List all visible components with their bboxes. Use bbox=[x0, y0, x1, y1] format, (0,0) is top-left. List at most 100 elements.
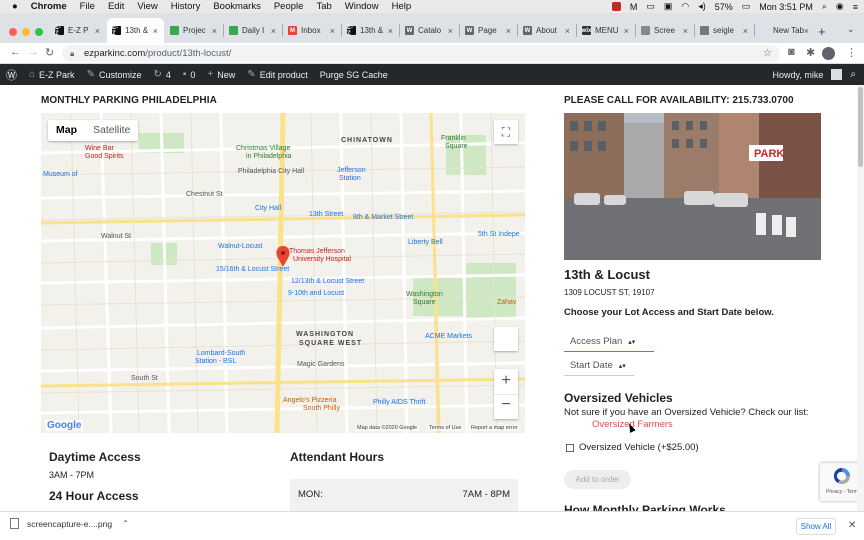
cast-icon[interactable]: ▭ bbox=[646, 1, 655, 12]
download-item[interactable]: screencapture-e....png ⌃ bbox=[10, 518, 129, 529]
wifi-icon[interactable]: ◠ bbox=[681, 1, 689, 12]
wp-updates-link[interactable]: ↻ 4 bbox=[153, 69, 170, 80]
menu-edit[interactable]: Edit bbox=[108, 1, 124, 12]
map-type-satellite-button[interactable]: Satellite bbox=[85, 120, 138, 141]
wp-customize-link[interactable]: ✎ Customize bbox=[87, 69, 142, 80]
tab-close-icon[interactable]: × bbox=[271, 26, 276, 36]
menu-view[interactable]: View bbox=[137, 1, 157, 12]
address-bar[interactable]: 🔒︎ ezparkinc.com/product/13th-locust/ ☆ bbox=[62, 45, 780, 62]
wp-purge-cache-link[interactable]: Purge SG Cache bbox=[320, 70, 388, 80]
bookmark-star-icon[interactable]: ☆ bbox=[763, 48, 772, 59]
add-to-order-button[interactable]: Add to order bbox=[564, 470, 631, 489]
menu-file[interactable]: File bbox=[80, 1, 95, 12]
tab-12[interactable]: New Tab × bbox=[755, 18, 815, 43]
menu-bookmarks[interactable]: Bookmarks bbox=[213, 1, 261, 12]
tab-1[interactable]: E-Z 13th & × bbox=[107, 18, 164, 43]
menu-kebab-icon[interactable]: ⋮ bbox=[846, 46, 857, 59]
back-icon[interactable]: ← bbox=[10, 46, 21, 58]
tab-0[interactable]: E-Z E-Z P × bbox=[50, 18, 106, 43]
tab-3[interactable]: Daily I × bbox=[224, 18, 282, 43]
tab-close-icon[interactable]: × bbox=[330, 26, 335, 36]
wp-new-link[interactable]: + New bbox=[207, 69, 235, 80]
menu-history[interactable]: History bbox=[171, 1, 201, 12]
page-scrollbar[interactable] bbox=[857, 85, 864, 511]
forward-icon[interactable]: → bbox=[28, 46, 39, 58]
tab-close-icon[interactable]: × bbox=[153, 26, 158, 36]
map-terms-link[interactable]: Terms of Use bbox=[427, 425, 464, 431]
tab-6[interactable]: W Catalo × bbox=[400, 18, 459, 43]
menu-window[interactable]: Window bbox=[345, 1, 379, 12]
menu-help[interactable]: Help bbox=[392, 1, 412, 12]
app-status-icon[interactable] bbox=[611, 2, 621, 11]
zoom-out-button[interactable]: − bbox=[494, 394, 518, 419]
tab-11[interactable]: seigle × bbox=[695, 18, 754, 43]
tab-close-icon[interactable]: × bbox=[743, 26, 748, 36]
tab-4[interactable]: M Inbox × bbox=[283, 18, 341, 43]
wp-site-link[interactable]: ⌂ E-Z Park bbox=[29, 69, 75, 80]
wordpress-logo-icon[interactable]: Ⓦ bbox=[6, 67, 17, 83]
new-tab-button[interactable]: + bbox=[818, 24, 826, 39]
extensions-icon[interactable]: ✱ bbox=[806, 46, 815, 59]
m-app-icon[interactable]: M bbox=[630, 2, 638, 12]
close-window-button[interactable] bbox=[9, 28, 17, 36]
map-canvas[interactable] bbox=[41, 113, 525, 433]
tab-close-icon[interactable]: × bbox=[506, 26, 511, 36]
tab-favicon-icon bbox=[760, 26, 769, 35]
wp-howdy[interactable]: Howdy, mike bbox=[773, 70, 824, 80]
fullscreen-icon[interactable]: ⛶ bbox=[494, 120, 518, 144]
menu-people[interactable]: People bbox=[274, 1, 304, 12]
tab-8[interactable]: W About × bbox=[518, 18, 576, 43]
minimize-window-button[interactable] bbox=[22, 28, 30, 36]
profile-avatar[interactable] bbox=[822, 47, 835, 60]
tab-close-icon[interactable]: × bbox=[565, 26, 570, 36]
battery-percent[interactable]: 57% bbox=[715, 2, 733, 12]
tab-7[interactable]: W Page × bbox=[460, 18, 517, 43]
tab-close-icon[interactable]: × bbox=[95, 26, 100, 36]
battery-icon[interactable]: ▭ bbox=[742, 1, 751, 12]
map-report-link[interactable]: Report a map error bbox=[469, 425, 520, 431]
zoom-in-button[interactable]: + bbox=[494, 369, 518, 394]
chevron-up-icon[interactable]: ⌃ bbox=[122, 519, 129, 528]
wp-edit-product-link[interactable]: ✎ Edit product bbox=[247, 69, 307, 80]
google-map[interactable]: Christmas Village in Philadelphia CHINAT… bbox=[41, 113, 525, 433]
menu-tab[interactable]: Tab bbox=[316, 1, 331, 12]
show-all-button[interactable]: Show All bbox=[796, 518, 836, 535]
scrollbar-thumb[interactable] bbox=[858, 87, 863, 167]
tab-close-icon[interactable]: × bbox=[624, 26, 629, 36]
tab-5[interactable]: E-Z 13th & × bbox=[342, 18, 399, 43]
tab-2[interactable]: Projec × bbox=[165, 18, 223, 43]
volume-icon[interactable]: ◂) bbox=[698, 1, 706, 12]
tab-close-icon[interactable]: × bbox=[804, 26, 809, 36]
wp-avatar[interactable] bbox=[831, 69, 843, 80]
oversized-checkbox[interactable] bbox=[566, 443, 574, 452]
phone-number[interactable]: 215.733.0700 bbox=[732, 95, 793, 106]
maximize-window-button[interactable] bbox=[35, 28, 43, 36]
start-date-select[interactable]: Start Date ▴▾ bbox=[564, 356, 634, 376]
camera-icon[interactable]: ◙ bbox=[788, 46, 795, 58]
map-label: 9-10th and Locust bbox=[288, 290, 345, 297]
tab-close-icon[interactable]: × bbox=[212, 26, 217, 36]
control-center-icon[interactable]: ≡ bbox=[853, 2, 858, 12]
tab-search-icon[interactable]: ⌄ bbox=[847, 24, 855, 35]
screen-icon[interactable]: ▣ bbox=[664, 1, 673, 12]
apple-icon[interactable]: ● bbox=[12, 1, 18, 12]
recaptcha-privacy-terms[interactable]: Privacy - Terms bbox=[826, 489, 860, 495]
menu-chrome[interactable]: Chrome bbox=[31, 1, 67, 12]
spotlight-icon[interactable]: ⌕ bbox=[822, 1, 827, 12]
tab-10[interactable]: Scree × bbox=[636, 18, 694, 43]
wp-comments-link[interactable]: ▪ 0 bbox=[183, 69, 196, 80]
reload-icon[interactable]: ↻ bbox=[45, 46, 54, 59]
clock[interactable]: Mon 3:51 PM bbox=[759, 2, 813, 12]
access-plan-select[interactable]: Access Plan ▴▾ bbox=[564, 332, 654, 352]
map-type-map-button[interactable]: Map bbox=[48, 120, 85, 141]
siri-icon[interactable]: ◉ bbox=[836, 1, 844, 12]
tab-close-icon[interactable]: × bbox=[448, 26, 453, 36]
oversized-checkbox-row[interactable]: Oversized Vehicle (+$25.00) bbox=[566, 442, 699, 453]
street-view-pegman-icon[interactable] bbox=[494, 327, 518, 351]
tab-9[interactable]: wix MENU × bbox=[577, 18, 635, 43]
attendant-time: 7AM - 8PM bbox=[462, 489, 510, 500]
wp-search-icon[interactable]: ⌕ bbox=[850, 69, 856, 80]
tab-close-icon[interactable]: × bbox=[683, 26, 688, 36]
close-icon[interactable]: ✕ bbox=[848, 520, 856, 531]
tab-close-icon[interactable]: × bbox=[388, 26, 393, 36]
